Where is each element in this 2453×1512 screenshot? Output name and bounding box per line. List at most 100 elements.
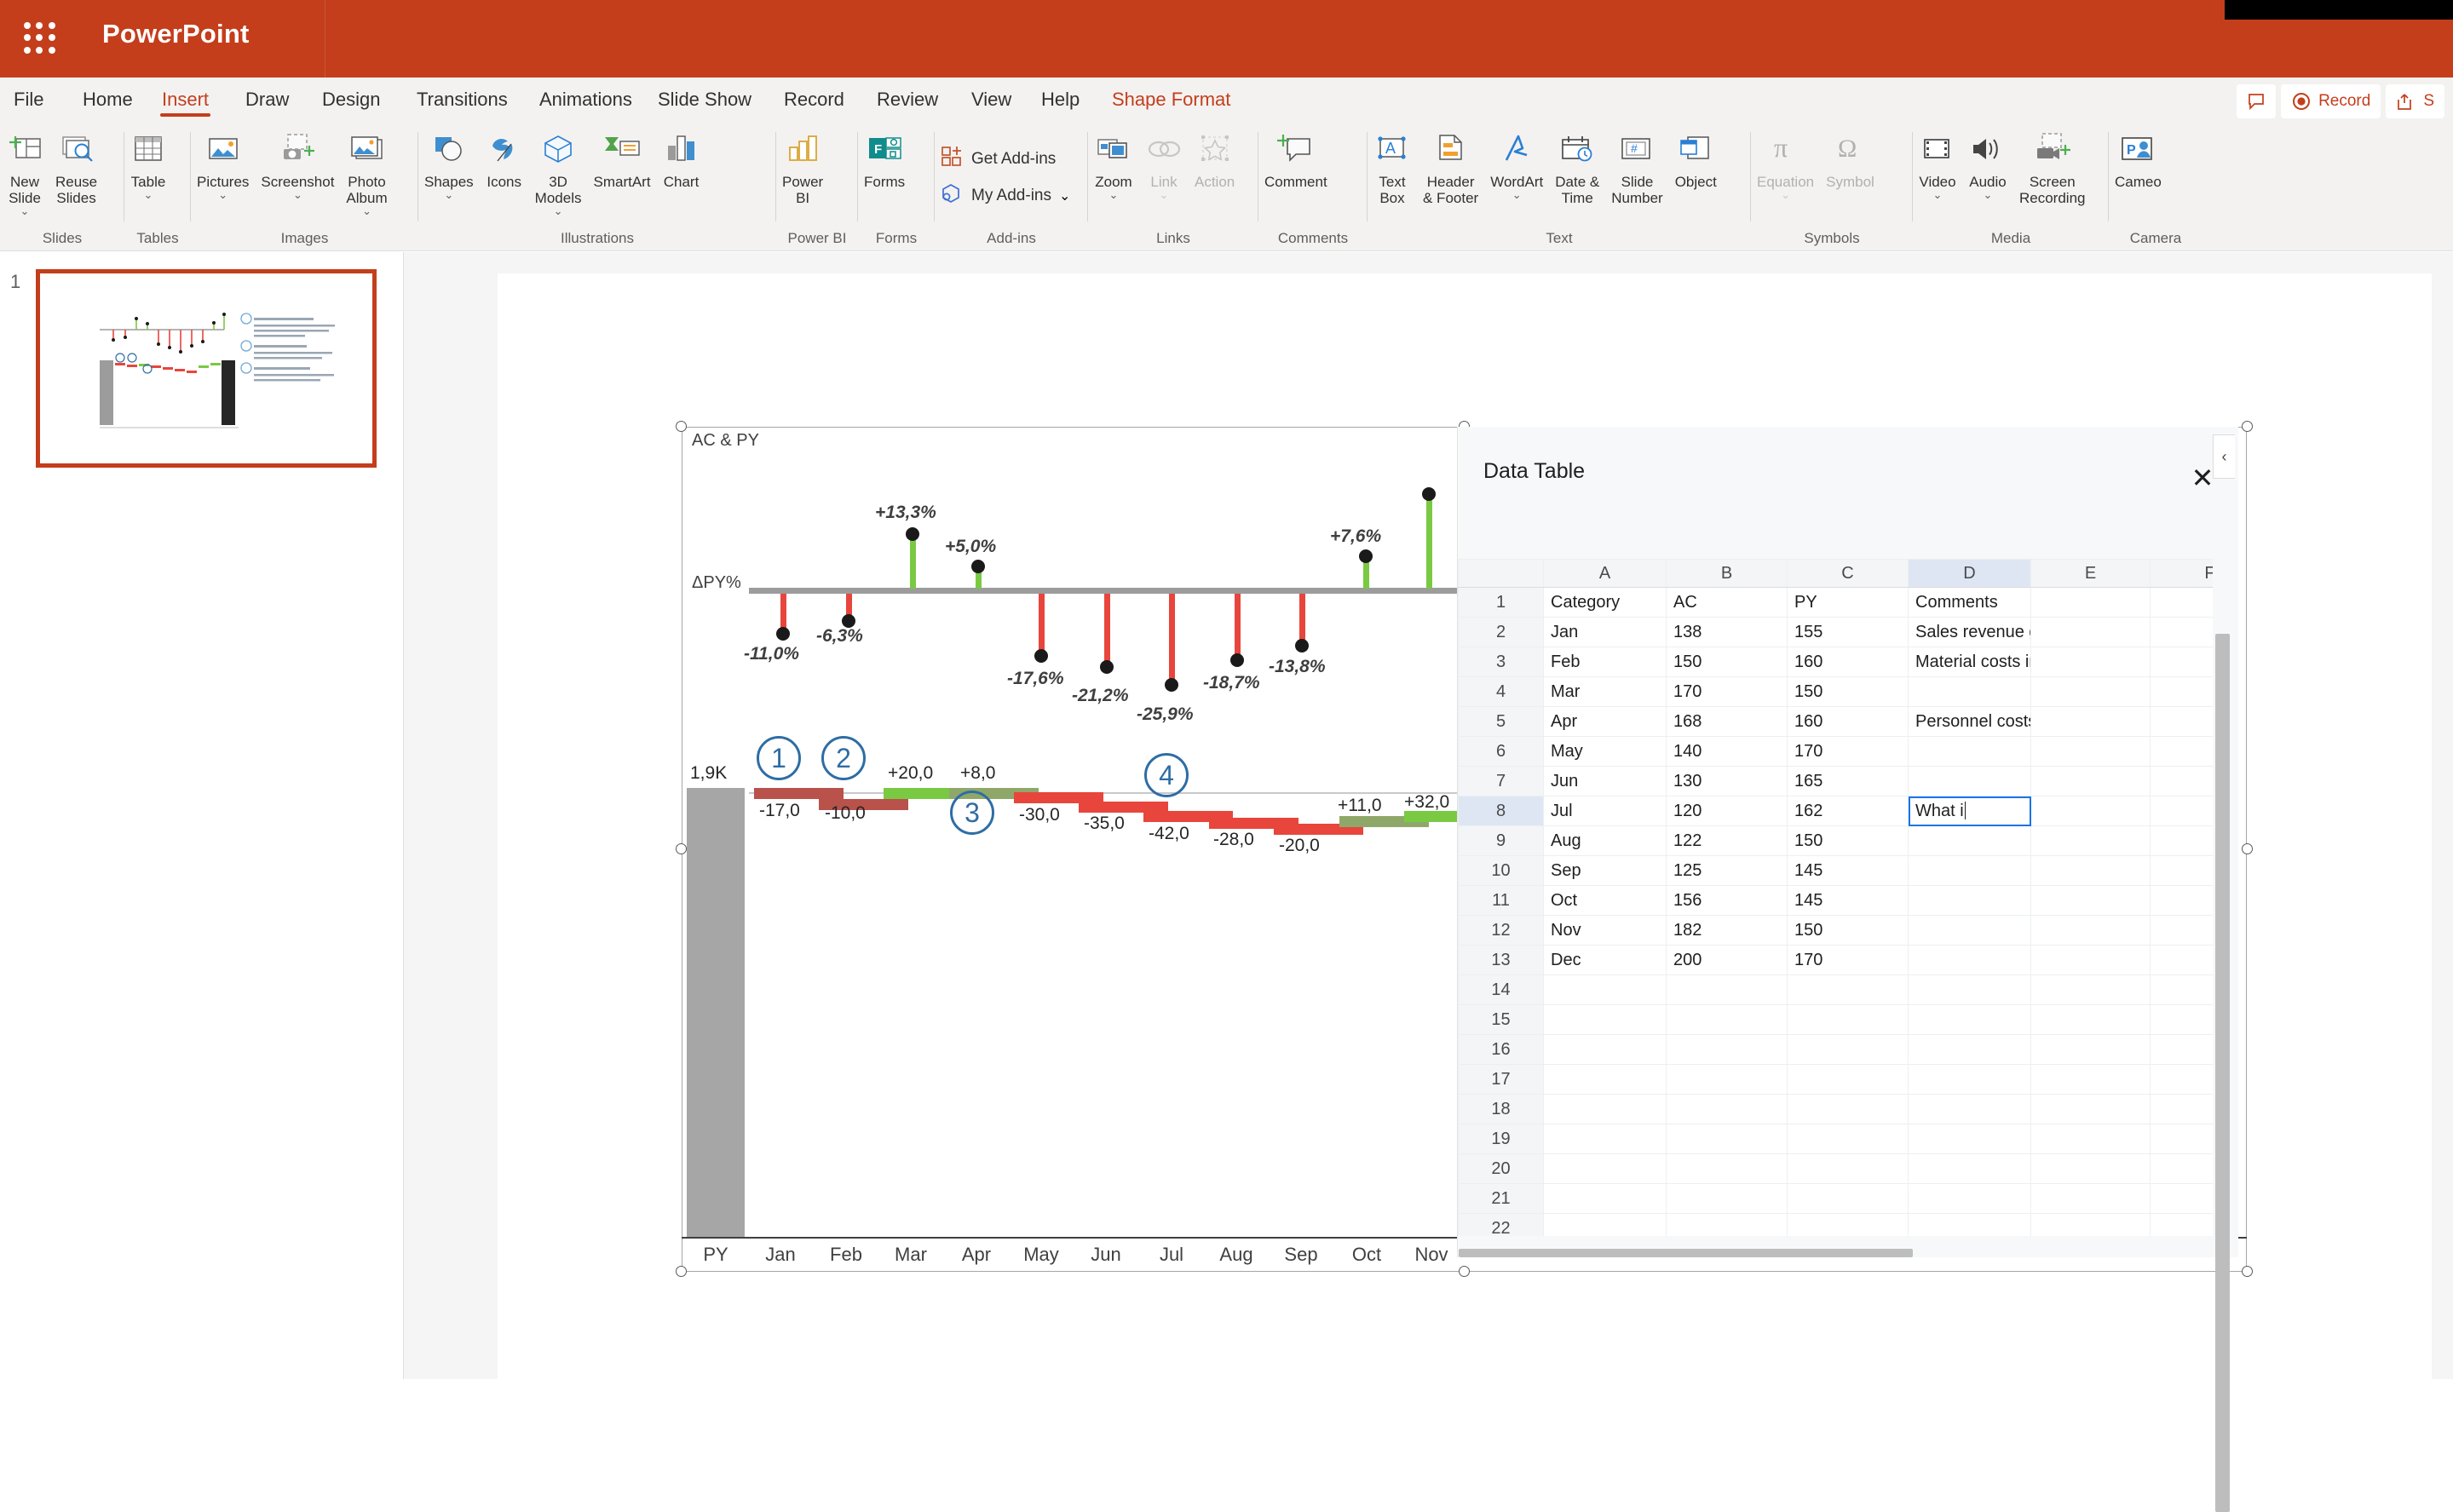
table-row[interactable]: 14: [1459, 975, 2214, 1005]
cell-E4[interactable]: [2031, 677, 2151, 707]
cell-C4[interactable]: 150: [1788, 677, 1909, 707]
row-header-21[interactable]: 21: [1459, 1184, 1544, 1214]
get-add-ins-button[interactable]: Get Add-ins: [935, 141, 1061, 177]
table-row[interactable]: 18: [1459, 1095, 2214, 1124]
cell-A2[interactable]: Jan: [1544, 618, 1667, 647]
cell-F18[interactable]: [2151, 1095, 2214, 1124]
cell-E17[interactable]: [2031, 1065, 2151, 1095]
cell-D2[interactable]: Sales revenue g: [1909, 618, 2031, 647]
cell-B12[interactable]: 182: [1667, 916, 1788, 946]
cell-F2[interactable]: [2151, 618, 2214, 647]
column-header-c[interactable]: C: [1788, 560, 1909, 588]
text-box-button[interactable]: AText Box: [1368, 122, 1417, 206]
row-header-18[interactable]: 18: [1459, 1095, 1544, 1124]
app-launcher-icon[interactable]: [24, 22, 56, 55]
tab-home[interactable]: Home: [81, 78, 135, 122]
cell-C9[interactable]: 150: [1788, 826, 1909, 856]
share-button[interactable]: S: [2386, 84, 2444, 118]
cell-C2[interactable]: 155: [1788, 618, 1909, 647]
cell-B14[interactable]: [1667, 975, 1788, 1005]
cell-E19[interactable]: [2031, 1124, 2151, 1154]
cell-B6[interactable]: 140: [1667, 737, 1788, 767]
table-row[interactable]: 19: [1459, 1124, 2214, 1154]
cell-A7[interactable]: Jun: [1544, 767, 1667, 796]
cell-D4[interactable]: [1909, 677, 2031, 707]
cell-E14[interactable]: [2031, 975, 2151, 1005]
cell-D21[interactable]: [1909, 1184, 2031, 1214]
cell-E15[interactable]: [2031, 1005, 2151, 1035]
cell-C6[interactable]: 170: [1788, 737, 1909, 767]
chevron-down-icon[interactable]: ⌄: [1059, 187, 1070, 204]
cell-E21[interactable]: [2031, 1184, 2151, 1214]
table-row[interactable]: 6May140170: [1459, 737, 2214, 767]
cell-D18[interactable]: [1909, 1095, 2031, 1124]
chevron-down-icon[interactable]: ⌄: [293, 190, 302, 200]
row-header-14[interactable]: 14: [1459, 975, 1544, 1005]
cell-F20[interactable]: [2151, 1154, 2214, 1184]
cell-B5[interactable]: 168: [1667, 707, 1788, 737]
row-header-10[interactable]: 10: [1459, 856, 1544, 886]
power-bi-button[interactable]: Power BI: [776, 122, 829, 206]
column-header-e[interactable]: E: [2031, 560, 2151, 588]
table-row[interactable]: 5Apr168160Personnel costs: [1459, 707, 2214, 737]
column-header-d[interactable]: D: [1909, 560, 2031, 588]
cell-A13[interactable]: Dec: [1544, 946, 1667, 975]
cell-C7[interactable]: 165: [1788, 767, 1909, 796]
cell-A11[interactable]: Oct: [1544, 886, 1667, 916]
row-header-15[interactable]: 15: [1459, 1005, 1544, 1035]
cell-D9[interactable]: [1909, 826, 2031, 856]
cell-E6[interactable]: [2031, 737, 2151, 767]
tab-animations[interactable]: Animations: [538, 78, 634, 122]
resize-handle-ne[interactable]: [2242, 421, 2253, 432]
row-header-4[interactable]: 4: [1459, 677, 1544, 707]
cell-E10[interactable]: [2031, 856, 2151, 886]
cell-A10[interactable]: Sep: [1544, 856, 1667, 886]
cell-D13[interactable]: [1909, 946, 2031, 975]
cell-D11[interactable]: [1909, 886, 2031, 916]
table-row[interactable]: 22: [1459, 1214, 2214, 1237]
cell-F5[interactable]: [2151, 707, 2214, 737]
cell-E3[interactable]: [2031, 647, 2151, 677]
annotation-marker-3[interactable]: 3: [950, 790, 994, 835]
column-header-b[interactable]: B: [1667, 560, 1788, 588]
cell-B3[interactable]: 150: [1667, 647, 1788, 677]
cell-A16[interactable]: [1544, 1035, 1667, 1065]
cell-B13[interactable]: 200: [1667, 946, 1788, 975]
cell-B19[interactable]: [1667, 1124, 1788, 1154]
table-row[interactable]: 7Jun130165: [1459, 767, 2214, 796]
object-button[interactable]: Object: [1669, 122, 1723, 190]
cell-B1[interactable]: AC: [1667, 588, 1788, 618]
row-header-20[interactable]: 20: [1459, 1154, 1544, 1184]
resize-handle-e[interactable]: [2242, 843, 2253, 854]
row-header-7[interactable]: 7: [1459, 767, 1544, 796]
cell-D7[interactable]: [1909, 767, 2031, 796]
cell-A9[interactable]: Aug: [1544, 826, 1667, 856]
cell-E13[interactable]: [2031, 946, 2151, 975]
smartart-button[interactable]: SmartArt: [587, 122, 656, 190]
cell-C18[interactable]: [1788, 1095, 1909, 1124]
table-row[interactable]: 4Mar170150: [1459, 677, 2214, 707]
table-row[interactable]: 21: [1459, 1184, 2214, 1214]
chevron-down-icon[interactable]: ⌄: [1512, 190, 1522, 200]
table-row[interactable]: 3Feb150160Material costs in: [1459, 647, 2214, 677]
tab-design[interactable]: Design: [320, 78, 382, 122]
cell-D20[interactable]: [1909, 1154, 2031, 1184]
cell-E11[interactable]: [2031, 886, 2151, 916]
cell-F19[interactable]: [2151, 1124, 2214, 1154]
row-header-6[interactable]: 6: [1459, 737, 1544, 767]
cell-F17[interactable]: [2151, 1065, 2214, 1095]
cell-D22[interactable]: [1909, 1214, 2031, 1237]
cell-C1[interactable]: PY: [1788, 588, 1909, 618]
cell-F1[interactable]: [2151, 588, 2214, 618]
action-button[interactable]: Action: [1189, 122, 1241, 190]
chevron-down-icon[interactable]: ⌄: [144, 190, 153, 200]
cell-D17[interactable]: [1909, 1065, 2031, 1095]
screenshot-button[interactable]: Screenshot⌄: [255, 122, 340, 200]
chevron-down-icon[interactable]: ⌄: [1160, 190, 1169, 200]
cell-C11[interactable]: 145: [1788, 886, 1909, 916]
resize-handle-w[interactable]: [676, 843, 687, 854]
cell-E5[interactable]: [2031, 707, 2151, 737]
cell-C16[interactable]: [1788, 1035, 1909, 1065]
cell-B17[interactable]: [1667, 1065, 1788, 1095]
cell-C5[interactable]: 160: [1788, 707, 1909, 737]
